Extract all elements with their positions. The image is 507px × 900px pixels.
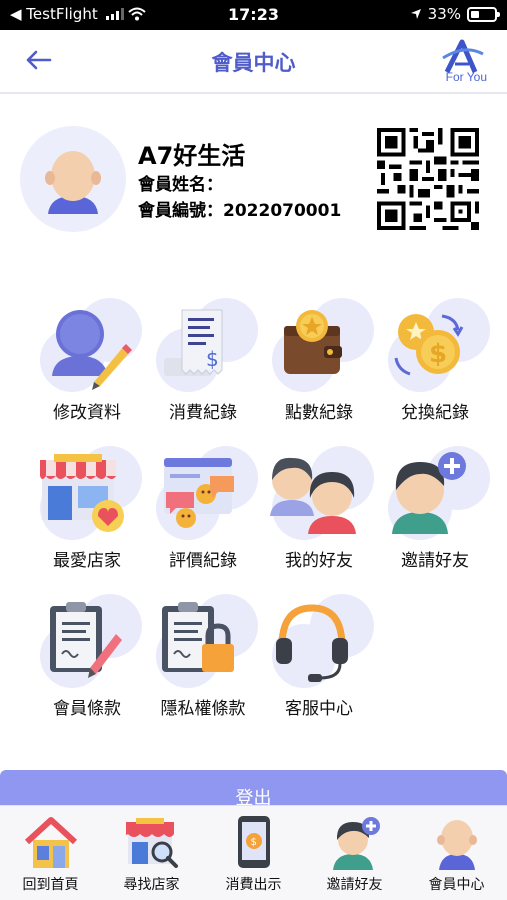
tab-label: 邀請好友 [326, 877, 383, 893]
menu-item-purchase-history[interactable]: $ 消費紀錄 [148, 298, 258, 438]
store-search-icon [126, 818, 178, 868]
receipt-icon: $ [148, 298, 258, 398]
exchange-coins-icon: $ [380, 298, 490, 398]
member-id-label: 會員編號：2022070001 [138, 201, 342, 221]
menu-item-points-history[interactable]: 點數紀錄 [264, 298, 374, 438]
privacy-lock-icon [148, 594, 258, 694]
menu-item-review-history[interactable]: 評價紀錄 [148, 446, 258, 586]
member-avatar-icon [437, 820, 477, 870]
favorite-store-icon [32, 446, 142, 546]
menu-item-label: 點數紀錄 [285, 403, 353, 423]
logo-text: For You [445, 70, 487, 84]
review-icon [148, 446, 258, 546]
invite-friend-icon [380, 446, 490, 546]
page-title: 會員中心 [211, 51, 296, 75]
svg-text:$: $ [206, 347, 219, 371]
headset-icon [264, 594, 374, 694]
tab-label: 會員中心 [428, 877, 485, 893]
profile-name: A7好生活 [138, 142, 246, 170]
tab-invite-friend[interactable]: 邀請好友 [304, 806, 405, 900]
tab-label: 回到首頁 [22, 877, 79, 893]
battery-icon [467, 6, 500, 22]
menu-item-edit-profile[interactable]: 修改資料 [32, 298, 142, 438]
member-name-label: 會員姓名： [138, 175, 223, 195]
tab-find-store[interactable]: 尋找店家 [101, 806, 202, 900]
avatar[interactable] [20, 126, 126, 232]
tab-label: 尋找店家 [123, 877, 180, 893]
location-arrow-icon [410, 9, 421, 19]
menu-item-label: 兌換紀錄 [401, 403, 469, 423]
menu-item-label: 客服中心 [285, 699, 353, 719]
clipboard-terms-icon [32, 594, 142, 694]
menu-item-privacy-terms[interactable]: 隱私權條款 [148, 594, 258, 734]
menu-item-member-terms[interactable]: 會員條款 [32, 594, 142, 734]
menu-item-favorite-stores[interactable]: 最愛店家 [32, 446, 142, 586]
menu-item-label: 最愛店家 [53, 551, 121, 571]
tab-bar: 回到首頁 尋找店家 $ 消費出示 邀請好友 會員中心 [0, 805, 507, 900]
menu-item-label: 評價紀錄 [169, 551, 237, 571]
menu-item-label: 修改資料 [53, 403, 121, 423]
tab-label: 消費出示 [225, 877, 282, 893]
tab-home[interactable]: 回到首頁 [0, 806, 101, 900]
invite-friend-icon [333, 817, 380, 870]
qr-code-icon[interactable] [377, 128, 479, 230]
menu-item-label: 會員條款 [53, 699, 121, 719]
phone-pay-icon: $ [238, 816, 270, 868]
menu-item-label: 我的好友 [285, 551, 353, 571]
menu-item-redeem-history[interactable]: $ 兌換紀錄 [380, 298, 490, 438]
status-right: 33% [410, 5, 500, 23]
menu-item-invite-friends[interactable]: 邀請好友 [380, 446, 490, 586]
header: 會員中心 For You [0, 30, 507, 94]
menu-item-label: 邀請好友 [401, 551, 469, 571]
friends-icon [264, 446, 374, 546]
menu-item-label: 隱私權條款 [160, 699, 246, 719]
wallet-icon [264, 298, 374, 398]
svg-text:$: $ [251, 837, 257, 848]
battery-percent: 33% [427, 5, 461, 23]
edit-profile-icon [32, 298, 142, 398]
status-bar: ◀ TestFlight 17:23 33% [0, 0, 507, 30]
menu-item-customer-service[interactable]: 客服中心 [264, 594, 374, 734]
avatar-person-icon [45, 151, 101, 214]
svg-text:$: $ [429, 339, 447, 369]
tab-payment[interactable]: $ 消費出示 [203, 806, 304, 900]
menu-item-label: 消費紀錄 [169, 403, 237, 423]
tab-member-center[interactable]: 會員中心 [406, 806, 507, 900]
home-icon [24, 817, 78, 868]
menu-item-my-friends[interactable]: 我的好友 [264, 446, 374, 586]
